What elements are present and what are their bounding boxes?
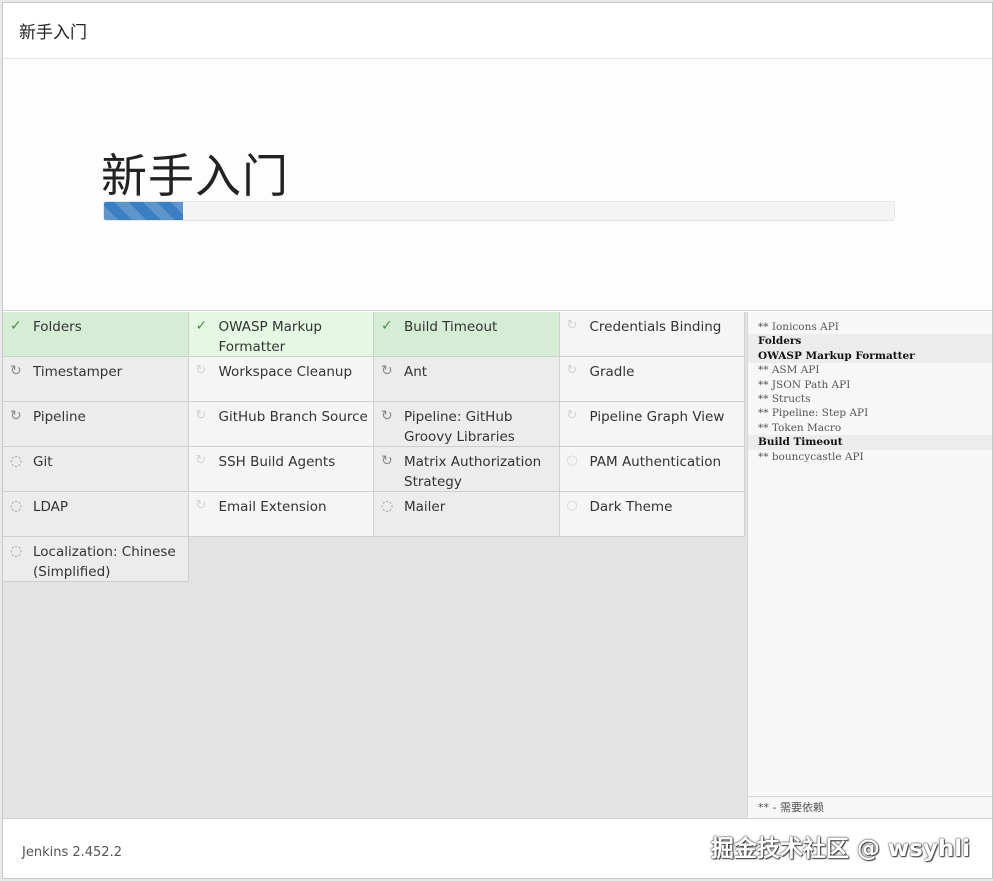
plugin-item: ✓ Build Timeout	[374, 312, 560, 357]
plugin-item: ○ Dark Theme	[559, 492, 745, 537]
log-line: ** JSON Path API	[758, 378, 851, 391]
check-icon: ✓	[10, 318, 22, 334]
jenkins-version: Jenkins 2.452.2	[22, 845, 122, 860]
watermark: 掘金技术社区 @ wsyhli	[710, 836, 970, 862]
plugin-item: ◌ LDAP	[3, 492, 189, 537]
log-line: ** Structs	[758, 393, 811, 406]
refresh-icon: ↻	[195, 498, 207, 513]
refresh-icon: ↻	[195, 363, 207, 378]
plugin-item: ○ PAM Authentication	[559, 447, 745, 492]
refresh-icon: ↻	[381, 453, 393, 469]
plugin-item: ◌ Mailer	[374, 492, 560, 537]
refresh-icon: ↻	[195, 408, 207, 423]
plugin-item-label: OWASP Markup Formatter	[218, 319, 322, 355]
plugin-item-label: Git	[33, 454, 53, 470]
plugin-item-label: Pipeline: GitHub Groovy Libraries	[404, 409, 515, 445]
plugin-item: ↻ SSH Build Agents	[188, 447, 374, 492]
header-title: 新手入门	[19, 23, 87, 43]
plugin-item-label: SSH Build Agents	[218, 454, 336, 470]
log-legend: ** - 需要依赖	[748, 796, 992, 818]
plugin-item: ↻ GitHub Branch Source	[188, 402, 374, 447]
plugin-item-label: Workspace Cleanup	[218, 364, 353, 380]
header-bar: 新手入门	[3, 3, 992, 59]
plugin-item-label: Ant	[404, 364, 428, 380]
log-line: Build Timeout	[748, 435, 992, 450]
refresh-icon: ↻	[566, 408, 578, 423]
spinner-icon: ◌	[381, 498, 394, 514]
log-line: ** Pipeline: Step API	[758, 407, 869, 420]
plugin-grid-area: ✓ Folders ✓ OWASP Markup Formatter ✓ Build Ti…	[3, 312, 747, 818]
plugin-item-label: Mailer	[404, 499, 446, 515]
setup-wizard-window: 新手入门 新手入门 ✓ Folders ✓ OWASP Markup Formatte…	[2, 2, 993, 879]
plugin-item: ◌ Git	[3, 447, 189, 492]
plugin-item: ↻ Pipeline	[3, 402, 189, 447]
plugin-item-label: LDAP	[33, 499, 69, 515]
plugin-item-label: Folders	[33, 319, 82, 335]
plugin-item: ↻ Pipeline: GitHub Groovy Libraries	[374, 402, 560, 447]
plugin-item: ↻ Email Extension	[188, 492, 374, 537]
log-line: ** Ionicons API	[758, 321, 839, 333]
footer-bar: Jenkins 2.452.2 掘金技术社区 @ wsyhli	[3, 818, 992, 878]
plugin-item: ↻ Matrix Authorization Strategy	[374, 447, 560, 492]
plugin-item-label: Pipeline	[33, 409, 86, 425]
plugin-grid: ✓ Folders ✓ OWASP Markup Formatter ✓ Build Ti…	[3, 312, 745, 582]
circle-icon: ○	[566, 453, 578, 468]
plugin-item-label: GitHub Branch Source	[218, 409, 368, 425]
plugin-item: ↻ Gradle	[559, 357, 745, 402]
log-line: ** bouncycastle API	[758, 450, 864, 463]
check-icon: ✓	[381, 318, 393, 334]
plugin-item: ↻ Credentials Binding	[559, 312, 745, 357]
install-log-panel[interactable]: ** Ionicons API Folders OWASP Markup Forma…	[747, 312, 992, 818]
circle-icon: ○	[566, 498, 578, 513]
log-line: Folders	[748, 334, 992, 349]
plugin-item: ↻ Ant	[374, 357, 560, 402]
plugin-item-label: Localization: Chinese (Simplified)	[33, 544, 176, 580]
spinner-icon: ◌	[10, 543, 23, 559]
refresh-icon: ↻	[566, 363, 578, 378]
plugin-item: ✓ OWASP Markup Formatter	[188, 312, 374, 357]
page-title: 新手入门	[101, 149, 289, 203]
log-line: ** Token Macro	[758, 421, 842, 434]
plugin-item: ◌ Localization: Chinese (Simplified)	[3, 537, 189, 582]
refresh-icon: ↻	[566, 318, 578, 333]
install-log-lines: ** Ionicons API Folders OWASP Markup Forma…	[748, 312, 992, 464]
plugin-item-label: Gradle	[589, 364, 635, 380]
plugin-item-label: Timestamper	[33, 364, 123, 380]
refresh-icon: ↻	[195, 453, 207, 468]
refresh-icon: ↻	[381, 408, 393, 424]
refresh-icon: ↻	[10, 363, 22, 379]
log-line: OWASP Markup Formatter	[748, 348, 992, 364]
spinner-icon: ◌	[10, 498, 23, 514]
spinner-icon: ◌	[10, 453, 23, 469]
refresh-icon: ↻	[381, 363, 393, 379]
plugin-item-label: Pipeline Graph View	[589, 409, 725, 425]
plugin-item-label: Matrix Authorization Strategy	[404, 454, 542, 490]
check-icon: ✓	[195, 318, 208, 334]
hero-panel: 新手入门	[3, 60, 992, 311]
plugin-item: ↻ Pipeline Graph View	[559, 402, 745, 447]
refresh-icon: ↻	[10, 408, 22, 424]
plugin-item: ↻ Workspace Cleanup	[188, 357, 374, 402]
plugin-item-label: Credentials Binding	[589, 319, 722, 335]
plugin-item-label: Email Extension	[218, 499, 327, 515]
plugin-item-label: Build Timeout	[404, 319, 498, 335]
install-progress-fill	[104, 202, 183, 220]
log-line: ** ASM API	[758, 364, 820, 377]
plugin-item: ↻ Timestamper	[3, 357, 189, 402]
plugin-item: ✓ Folders	[3, 312, 189, 357]
plugin-item-label: PAM Authentication	[589, 454, 722, 470]
install-progress-bar	[103, 201, 895, 221]
plugin-item-label: Dark Theme	[589, 499, 673, 515]
